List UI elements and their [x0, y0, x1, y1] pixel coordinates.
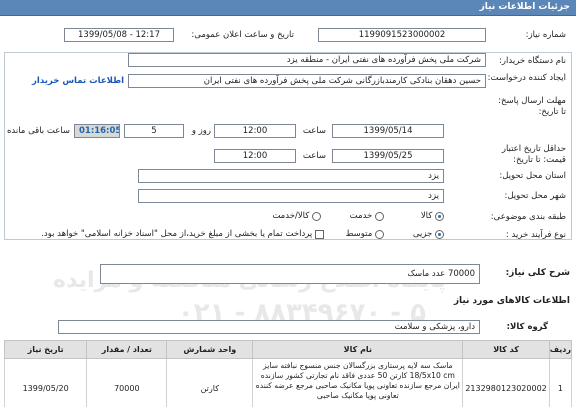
- cell-code: 2132980123020002: [462, 358, 550, 407]
- goods-group-field: دارو، پزشکی و سلامت: [58, 320, 480, 334]
- min-validity-label: حداقل تاریخ اعتبار: [501, 144, 566, 154]
- process-option-partial[interactable]: جزیی: [413, 229, 444, 240]
- need-number-field: 1199091523000002: [318, 28, 486, 42]
- col-name-header: نام کالا: [252, 340, 464, 359]
- reply-time-field: 12:00: [214, 124, 296, 138]
- announce-label: تاریخ و ساعت اعلان عمومی:: [191, 30, 294, 40]
- buyer-label: نام دستگاه خریدار:: [499, 56, 566, 66]
- cell-qty: 70000: [86, 358, 168, 407]
- summary-label: شرح کلی نیاز:: [505, 268, 570, 278]
- remaining-label: ساعت باقی مانده: [6, 126, 70, 136]
- province-label: استان محل تحویل:: [499, 171, 566, 181]
- reply-deadline-sublabel: تا تاریخ:: [538, 107, 566, 117]
- contact-buyer-link[interactable]: اطلاعات تماس خریدار: [32, 76, 124, 86]
- radio-icon: [312, 211, 321, 221]
- summary-field: 70000 عدد ماسک: [100, 264, 480, 284]
- need-number-label: شماره نیاز:: [525, 30, 566, 40]
- category-option-goods[interactable]: کالا: [421, 211, 444, 222]
- province-field: یزد: [138, 169, 444, 183]
- process-label: نوع فرآیند خرید :: [505, 230, 566, 240]
- category-option-service[interactable]: خدمت: [350, 211, 384, 222]
- radio-icon: [375, 211, 384, 221]
- page-header: جزئیات اطلاعات نیاز: [0, 0, 576, 16]
- radio-selected-icon: [435, 211, 444, 221]
- validity-time-label: ساعت: [302, 151, 326, 161]
- radio-icon: [375, 229, 384, 239]
- validity-time-field: 12:00: [214, 149, 296, 163]
- col-date-header: تاریخ نیاز: [3, 340, 88, 359]
- validity-date-field: 1399/05/25: [332, 149, 444, 163]
- remaining-time-field: 01:16:05: [74, 124, 120, 138]
- category-label: طبقه بندی موضوعی:: [490, 212, 566, 222]
- announce-datetime-field: 1399/05/08 - 12:17: [64, 28, 174, 42]
- checkbox-icon: [315, 229, 324, 239]
- category-option-goods-service[interactable]: کالا/خدمت: [272, 211, 321, 222]
- cell-name: ماسک سه لایه پرستاری بزرگسالان جنس منسوج…: [252, 358, 464, 407]
- goods-section-title: اطلاعات کالاهای مورد نیاز: [453, 296, 570, 306]
- table-header-row: ردیف کد کالا نام کالا واحد شمارش تعداد /…: [3, 340, 573, 359]
- col-qty-header: تعداد / مقدار: [86, 340, 168, 359]
- buyer-field: شرکت ملی پخش فرآورده های نفتی ایران - من…: [128, 53, 486, 67]
- reply-time-label: ساعت: [302, 126, 326, 136]
- creator-field: حسین دهقان بنادکی کارمندبازرگانی شرکت مل…: [128, 74, 486, 88]
- process-option-medium[interactable]: متوسط: [346, 229, 384, 240]
- city-label: شهر محل تحویل:: [504, 191, 566, 201]
- goods-group-label: گروه کالا:: [506, 322, 548, 332]
- page-title: جزئیات اطلاعات نیاز: [479, 2, 570, 12]
- col-unit-header: واحد شمارش: [166, 340, 254, 359]
- cell-row: 1: [548, 358, 573, 407]
- creator-label: ایجاد کننده درخواست:: [487, 73, 566, 83]
- reply-date-field: 1399/05/14: [332, 124, 444, 138]
- cell-unit: کارتن: [166, 358, 254, 407]
- payment-treasury-checkbox[interactable]: پرداخت تمام یا بخشی از مبلغ خرید،از محل …: [41, 229, 324, 240]
- cell-date: 1399/05/20: [3, 358, 88, 407]
- reply-deadline-label: مهلت ارسال پاسخ:: [498, 96, 566, 106]
- goods-table: ردیف کد کالا نام کالا واحد شمارش تعداد /…: [3, 340, 573, 407]
- days-field: 5: [124, 124, 184, 138]
- col-code-header: کد کالا: [462, 340, 550, 359]
- days-label: روز و: [191, 126, 211, 136]
- col-row-header: ردیف: [548, 340, 573, 359]
- table-row: 1 2132980123020002 ماسک سه لایه پرستاری …: [3, 358, 573, 407]
- city-field: یزد: [138, 189, 444, 203]
- min-validity-sublabel: قیمت: تا تاریخ:: [513, 155, 566, 165]
- radio-selected-icon: [435, 229, 444, 239]
